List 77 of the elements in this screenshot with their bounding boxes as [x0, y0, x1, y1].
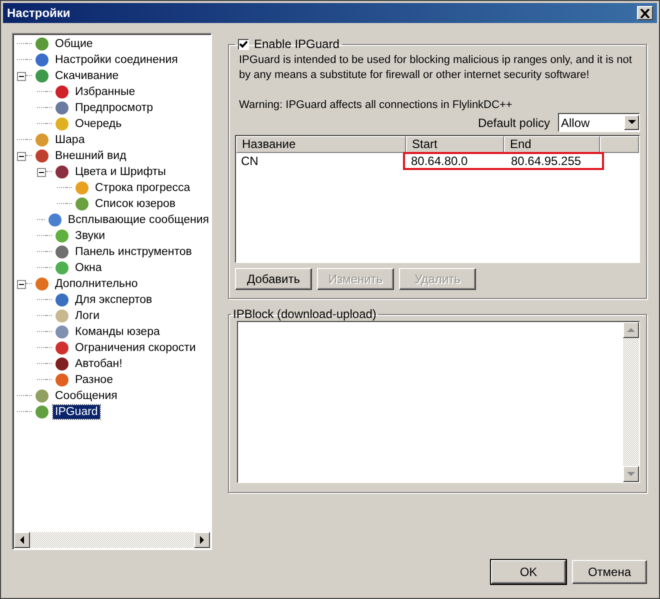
- circle-icon: [74, 180, 90, 196]
- tree-item[interactable]: Общие: [53, 37, 95, 51]
- circle-icon: [34, 148, 50, 164]
- circle-icon: [54, 372, 70, 388]
- circle-icon: [34, 68, 50, 84]
- table-cell-text: 80.64.95.255: [510, 154, 582, 168]
- table-cell-text: CN: [240, 154, 260, 168]
- circle-icon: [34, 276, 50, 292]
- circle-icon: [54, 292, 70, 308]
- tree-item[interactable]: Разное: [73, 373, 115, 387]
- tree-item[interactable]: Окна: [73, 261, 104, 275]
- column-header[interactable]: Start: [406, 136, 504, 153]
- circle-icon: [34, 52, 50, 68]
- tree-item[interactable]: Ограничения скорости: [73, 341, 198, 355]
- circle-icon: [54, 356, 70, 372]
- group-title: IPBlock (download-upload): [232, 307, 378, 321]
- circle-icon: [74, 196, 90, 212]
- circle-icon: [46, 212, 63, 228]
- tree-item[interactable]: Предпросмотр: [73, 101, 155, 115]
- tree-item[interactable]: Цвета и Шрифты: [73, 165, 168, 179]
- tree-item[interactable]: Панель инструментов: [73, 245, 194, 259]
- list-action-button[interactable]: Добавить: [235, 268, 312, 290]
- tree-item[interactable]: Логи: [73, 309, 102, 323]
- circle-icon: [54, 260, 70, 276]
- tree-item[interactable]: Звуки: [73, 229, 108, 243]
- circle-icon: [34, 404, 50, 420]
- up-arrow-icon: [627, 328, 635, 332]
- dialog-button[interactable]: OK: [491, 560, 566, 584]
- column-header[interactable]: Название: [236, 136, 406, 153]
- collapse-toggle[interactable]: [17, 152, 26, 160]
- right-arrow-icon: [199, 536, 205, 544]
- policy-label: Default policy: [478, 116, 550, 130]
- tree-item[interactable]: IPGuard: [53, 405, 100, 419]
- tree-item[interactable]: Строка прогресса: [93, 181, 192, 195]
- tree-item[interactable]: Очередь: [73, 117, 124, 131]
- circle-icon: [34, 36, 50, 52]
- circle-icon: [54, 116, 70, 132]
- collapse-toggle[interactable]: [17, 280, 26, 288]
- circle-icon: [54, 228, 70, 244]
- circle-icon: [54, 340, 70, 356]
- circle-icon: [54, 308, 70, 324]
- tree-item[interactable]: Дополнительно: [53, 277, 140, 291]
- tree-item[interactable]: Избранные: [73, 85, 138, 99]
- tree-item[interactable]: Шара: [53, 133, 87, 147]
- circle-icon: [54, 100, 70, 116]
- warning-text: Warning: IPGuard affects all connections in FlylinkDC++: [239, 98, 514, 113]
- left-arrow-icon: [19, 536, 25, 544]
- window-title: Настройки: [7, 6, 70, 20]
- circle-icon: [54, 324, 70, 340]
- dropdown-arrow-icon: [628, 120, 636, 125]
- circle-icon: [54, 164, 70, 180]
- close-button[interactable]: [637, 6, 653, 20]
- tree-item[interactable]: Список юзеров: [93, 197, 178, 211]
- circle-icon: [54, 244, 70, 260]
- tree-item[interactable]: Всплывающие сообщения: [66, 213, 211, 227]
- circle-icon: [34, 132, 50, 148]
- tree-item[interactable]: Настройки соединения: [53, 53, 180, 67]
- enable-checkbox[interactable]: [238, 38, 249, 50]
- table-cell-text: 80.64.80.0: [410, 154, 469, 168]
- description-text: IPGuard is intended to be used for blocking malicious ip ranges only, and it is not by any means a substitute for firewall or other internet security software!: [239, 53, 633, 83]
- tree-item[interactable]: Автобан!: [73, 357, 124, 371]
- enable-label: Enable IPGuard: [254, 37, 340, 51]
- tree-item[interactable]: Внешний вид: [53, 149, 128, 163]
- tree-item[interactable]: Скачивание: [53, 69, 121, 83]
- horizontal-scrollbar[interactable]: [14, 532, 210, 548]
- vertical-scrollbar[interactable]: [623, 322, 639, 482]
- policy-dropdown[interactable]: Allow: [558, 113, 640, 132]
- column-header[interactable]: End: [504, 136, 600, 153]
- tree-item[interactable]: Сообщения: [53, 389, 120, 403]
- circle-icon: [54, 84, 70, 100]
- collapse-toggle[interactable]: [17, 72, 26, 80]
- dialog-button[interactable]: Отмена: [572, 560, 647, 584]
- tree-item[interactable]: Для экспертов: [73, 293, 154, 307]
- circle-icon: [34, 388, 50, 404]
- collapse-toggle[interactable]: [37, 168, 46, 176]
- tree-item[interactable]: Команды юзера: [73, 325, 162, 339]
- down-arrow-icon: [627, 472, 635, 476]
